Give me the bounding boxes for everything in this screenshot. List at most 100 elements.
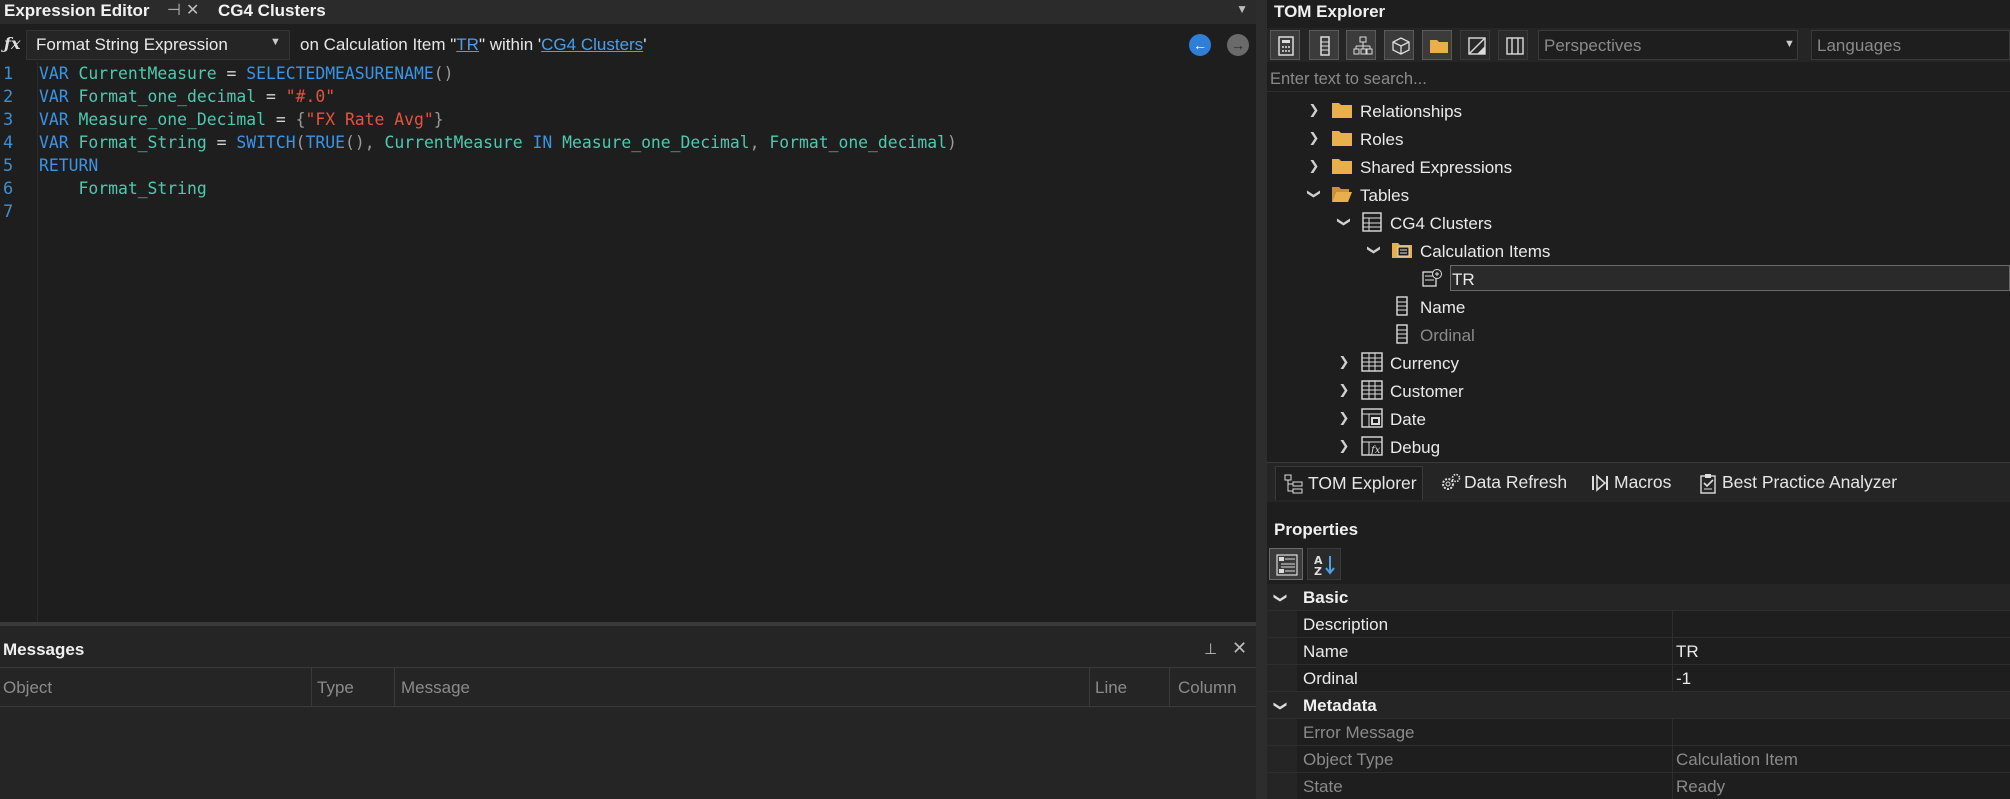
columns-icon — [1506, 37, 1524, 55]
calculation-item-icon — [1422, 269, 1442, 287]
column-divider[interactable] — [394, 667, 395, 707]
show-columns-button[interactable] — [1309, 30, 1339, 60]
show-partitions-button[interactable] — [1384, 30, 1414, 60]
tab-label: Best Practice Analyzer — [1722, 472, 1898, 492]
navigate-forward-icon[interactable]: → — [1227, 34, 1249, 56]
tree-node-ordinal[interactable]: Ordinal — [1267, 321, 2010, 349]
chevron-down-icon[interactable]: ❯ — [1336, 215, 1352, 229]
column-divider[interactable] — [311, 667, 312, 707]
pin-icon[interactable]: ⊣ — [167, 0, 181, 24]
show-all-columns-button[interactable] — [1498, 30, 1528, 60]
chevron-down-icon[interactable]: ❯ — [1272, 701, 1288, 712]
tree-node-calculation-items[interactable]: ❯ Calculation Items — [1267, 237, 2010, 265]
tom-explorer-title: TOM Explorer — [1274, 2, 1386, 21]
column-divider[interactable] — [1089, 667, 1090, 707]
column-header-message[interactable]: Message — [401, 678, 470, 698]
tree-node-relationships[interactable]: ❯ Relationships — [1267, 97, 2010, 125]
tab-best-practice-analyzer[interactable]: Best Practice Analyzer — [1690, 466, 1903, 500]
column-header-column[interactable]: Column — [1178, 678, 1237, 698]
tab-tom-explorer[interactable]: TOM Explorer — [1275, 466, 1423, 500]
show-measures-button[interactable] — [1270, 30, 1300, 60]
categorized-view-button[interactable] — [1269, 548, 1303, 580]
tab-label: Macros — [1614, 472, 1672, 492]
tab-label: TOM Explorer — [1308, 473, 1417, 493]
tree-node-label: Calculation Items — [1420, 242, 1551, 261]
property-value[interactable]: TR — [1676, 642, 1699, 662]
date-table-icon — [1361, 408, 1383, 428]
chevron-down-icon[interactable]: ❯ — [1306, 187, 1322, 201]
tree-node-label: TR — [1452, 270, 1475, 289]
column-header-line[interactable]: Line — [1095, 678, 1127, 698]
folder-icon — [1332, 131, 1352, 146]
tree-node-date[interactable]: ❯ Date — [1267, 405, 2010, 433]
tree-node-customer[interactable]: ❯ Customer — [1267, 377, 2010, 405]
tree-node-shared-expressions[interactable]: ❯ Shared Expressions — [1267, 153, 2010, 181]
tree-node-label: Date — [1390, 410, 1426, 429]
chevron-right-icon[interactable]: ❯ — [1337, 410, 1351, 426]
pin-icon[interactable]: ⊥ — [1204, 640, 1217, 658]
hidden-objects-icon — [1468, 37, 1486, 55]
column-divider[interactable] — [1169, 667, 1170, 707]
chevron-right-icon[interactable]: ❯ — [1337, 354, 1351, 370]
context-table-link[interactable]: CG4 Clusters — [541, 35, 643, 54]
tree-node-debug[interactable]: ❯ fx Debug — [1267, 433, 2010, 461]
property-category-basic[interactable]: ❯ Basic — [1267, 584, 2010, 611]
property-category-metadata[interactable]: ❯ Metadata — [1267, 692, 2010, 719]
context-object-link[interactable]: TR — [456, 35, 479, 54]
tree-node-tables[interactable]: ❯ Tables — [1267, 181, 2010, 209]
line-number: 2 — [3, 87, 14, 107]
property-row-state[interactable] — [1267, 773, 2010, 799]
chevron-right-icon[interactable]: ❯ — [1307, 102, 1321, 118]
tree-node-label: Shared Expressions — [1360, 158, 1513, 177]
chevron-right-icon[interactable]: ❯ — [1307, 130, 1321, 146]
property-value[interactable]: -1 — [1676, 669, 1691, 689]
alphabetical-view-button[interactable]: AZ — [1307, 548, 1341, 580]
line-number: 7 — [3, 202, 14, 222]
show-hierarchies-button[interactable] — [1346, 30, 1376, 60]
tree-node-currency[interactable]: ❯ Currency — [1267, 349, 2010, 377]
column-icon — [1396, 296, 1408, 316]
column-header-object[interactable]: Object — [3, 678, 52, 698]
chevron-right-icon[interactable]: ❯ — [1307, 158, 1321, 174]
chevron-down-icon[interactable]: ❯ — [1272, 593, 1288, 604]
folder-open-icon — [1332, 187, 1352, 202]
close-icon[interactable]: ✕ — [186, 0, 199, 24]
tab-expression-editor[interactable]: Expression Editor — [4, 0, 149, 24]
tree-node-tr[interactable]: TR — [1267, 265, 2010, 293]
code-line: VAR Format_String = SWITCH(TRUE(), Curre… — [39, 133, 957, 152]
chevron-right-icon[interactable]: ❯ — [1337, 438, 1351, 454]
close-icon[interactable]: ✕ — [1232, 638, 1247, 659]
tab-data-refresh[interactable]: Data Refresh — [1432, 466, 1574, 500]
property-row-ordinal[interactable] — [1267, 665, 2010, 692]
property-name: State — [1303, 777, 1343, 796]
category-label: Basic — [1303, 588, 1349, 607]
context-prefix: on Calculation Item " — [300, 35, 457, 54]
tree-node-label: Tables — [1360, 186, 1410, 205]
tree-node-roles[interactable]: ❯ Roles — [1267, 125, 2010, 153]
tree-node-cg4-clusters[interactable]: ❯ CG4 Clusters — [1267, 209, 2010, 237]
property-row-name[interactable] — [1267, 638, 2010, 665]
tab-overflow-icon[interactable]: ▼ — [1236, 2, 1248, 16]
code-line: Format_String — [78, 179, 207, 198]
folder-icon — [1332, 103, 1352, 118]
category-label: Metadata — [1303, 696, 1377, 715]
tab-cg4-clusters[interactable]: CG4 Clusters — [218, 0, 326, 24]
svg-text:Z: Z — [1314, 565, 1322, 576]
tree-search-input[interactable] — [1270, 68, 1990, 90]
property-name: Error Message — [1303, 723, 1415, 742]
column-header-type[interactable]: Type — [317, 678, 354, 698]
expression-context: on Calculation Item "TR" within 'CG4 Clu… — [300, 35, 646, 55]
chevron-down-icon[interactable]: ❯ — [1366, 243, 1382, 257]
chevron-down-icon: ▼ — [270, 36, 281, 48]
show-display-folders-button[interactable] — [1422, 30, 1452, 60]
property-name: Description — [1303, 615, 1389, 634]
chevron-right-icon[interactable]: ❯ — [1337, 382, 1351, 398]
line-number: 5 — [3, 156, 14, 176]
tree-node-name[interactable]: Name — [1267, 293, 2010, 321]
tree-node-label: Name — [1420, 298, 1466, 317]
vertical-splitter[interactable] — [1256, 0, 1267, 799]
navigate-back-icon[interactable]: ← — [1189, 34, 1211, 56]
show-hidden-button[interactable] — [1460, 30, 1490, 60]
tab-macros[interactable]: Macros — [1582, 466, 1684, 500]
calculation-items-icon — [1392, 243, 1412, 258]
